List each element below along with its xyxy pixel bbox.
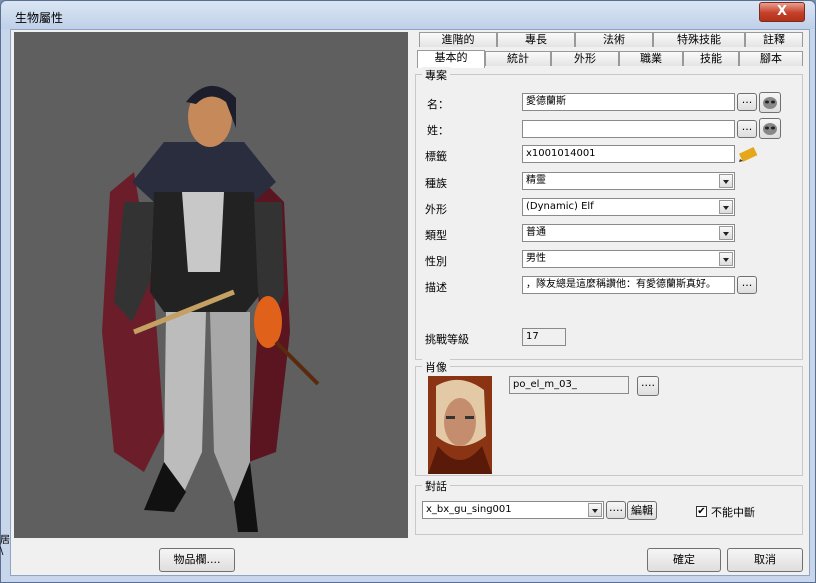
challenge-rating-field: 17 <box>522 328 566 346</box>
close-button[interactable]: X <box>759 2 805 22</box>
description-field[interactable]: ，隊友總是這麼稱讚他：有愛德蘭斯真好。 <box>522 276 735 294</box>
tab-label: 統計 <box>507 52 529 65</box>
race-value: 精靈 <box>526 175 546 186</box>
no-interrupt-label: 不能中斷 <box>711 506 755 519</box>
last-name-field[interactable] <box>522 120 735 138</box>
conversation-group-label: 對話 <box>422 478 450 494</box>
tab-statistics[interactable]: 統計 <box>485 51 551 66</box>
first-name-label: 名： <box>427 98 449 111</box>
creature-model-image <box>102 85 320 532</box>
portrait-browse-button[interactable]: .... <box>637 376 659 396</box>
mask-icon <box>763 123 777 135</box>
checkmark-icon: ✔ <box>697 506 706 517</box>
tab-appearance[interactable]: 外形 <box>551 51 619 66</box>
tab-classes[interactable]: 職業 <box>619 51 683 66</box>
portrait-image <box>428 376 492 474</box>
race-select[interactable]: 精靈 <box>522 172 735 190</box>
tab-label: 外形 <box>574 52 596 65</box>
chevron-down-icon[interactable] <box>588 503 602 517</box>
conversation-value: x_bx_gu_sing001 <box>426 504 512 515</box>
portrait-group-label: 肖像 <box>422 359 450 375</box>
tab-advanced[interactable]: 進階的 <box>419 32 497 47</box>
chevron-down-icon[interactable] <box>719 200 733 214</box>
phenotype-value: 普通 <box>526 227 546 238</box>
first-name-browse-button[interactable]: ... <box>737 93 757 111</box>
appearance-select[interactable]: (Dynamic) Elf <box>522 198 735 216</box>
description-browse-button[interactable]: ... <box>737 276 757 294</box>
no-interrupt-checkbox[interactable]: ✔ <box>696 506 707 517</box>
phenotype-label: 類型 <box>425 229 447 242</box>
cancel-button[interactable]: 取消 <box>727 548 803 572</box>
background-edge-text: 居 \ <box>0 535 10 557</box>
tab-label: 法術 <box>603 33 625 46</box>
appearance-value: (Dynamic) Elf <box>526 201 594 212</box>
gender-select[interactable]: 男性 <box>522 250 735 268</box>
tab-comments[interactable]: 註釋 <box>745 32 803 47</box>
portrait-resref-field: po_el_m_03_ <box>509 376 629 394</box>
last-name-browse-button[interactable]: ... <box>737 120 757 138</box>
last-name-label: 姓： <box>427 124 449 137</box>
tab-label: 職業 <box>640 52 662 65</box>
conversation-select[interactable]: x_bx_gu_sing001 <box>422 501 604 519</box>
edit-tag-button[interactable] <box>737 144 759 165</box>
tab-label: 技能 <box>700 52 722 65</box>
tab-skills[interactable]: 技能 <box>683 51 739 66</box>
tab-basic[interactable]: 基本的 <box>417 50 485 68</box>
tab-label: 特殊技能 <box>677 33 721 46</box>
portrait-elf-image <box>428 376 492 474</box>
tab-scripts[interactable]: 腳本 <box>739 51 803 66</box>
profile-group: 專案 <box>415 67 803 360</box>
dialog-window: 生物屬性 X 進階的 專長 法術 特殊技能 註釋 基本的 統計 外形 職業 技能… <box>0 0 816 583</box>
conversation-browse-button[interactable]: .... <box>606 501 626 519</box>
chevron-down-icon[interactable] <box>719 226 733 240</box>
pencil-icon <box>739 146 758 162</box>
first-name-random-button[interactable] <box>759 92 781 113</box>
tab-label: 進階的 <box>441 33 475 46</box>
ok-button[interactable]: 確定 <box>647 548 721 572</box>
chevron-down-icon[interactable] <box>719 174 733 188</box>
properties-panel: 進階的 專長 法術 特殊技能 註釋 基本的 統計 外形 職業 技能 腳本 專案 … <box>409 30 807 540</box>
mask-icon <box>763 97 777 109</box>
close-icon: X <box>776 4 788 19</box>
chevron-down-icon[interactable] <box>719 252 733 266</box>
profile-group-label: 專案 <box>422 67 450 83</box>
tab-special-abilities[interactable]: 特殊技能 <box>653 32 745 47</box>
first-name-field[interactable]: 愛德蘭斯 <box>522 93 735 111</box>
dialog-client: 進階的 專長 法術 特殊技能 註釋 基本的 統計 外形 職業 技能 腳本 專案 … <box>10 29 810 576</box>
last-name-random-button[interactable] <box>759 118 781 139</box>
tab-feats[interactable]: 專長 <box>497 32 575 47</box>
challenge-rating-label: 挑戰等級 <box>425 333 469 346</box>
gender-value: 男性 <box>526 253 546 264</box>
edit-conversation-button[interactable]: 編輯 <box>627 501 657 520</box>
title-bar: 生物屬性 X <box>1 1 815 29</box>
tag-label: 標籤 <box>425 150 447 163</box>
appearance-label: 外形 <box>425 203 447 216</box>
tab-label: 專長 <box>525 33 547 46</box>
window-title: 生物屬性 <box>15 11 64 25</box>
race-label: 種族 <box>425 177 447 190</box>
tab-spells[interactable]: 法術 <box>575 32 653 47</box>
tab-label: 腳本 <box>760 52 782 65</box>
phenotype-select[interactable]: 普通 <box>522 224 735 242</box>
description-label: 描述 <box>425 281 447 294</box>
tab-label: 註釋 <box>763 33 785 46</box>
tab-label: 基本的 <box>434 51 468 64</box>
creature-preview[interactable] <box>14 32 408 538</box>
tag-field[interactable]: x1001014001 <box>522 145 735 163</box>
inventory-button[interactable]: 物品欄.... <box>159 548 235 572</box>
gender-label: 性別 <box>425 255 447 268</box>
